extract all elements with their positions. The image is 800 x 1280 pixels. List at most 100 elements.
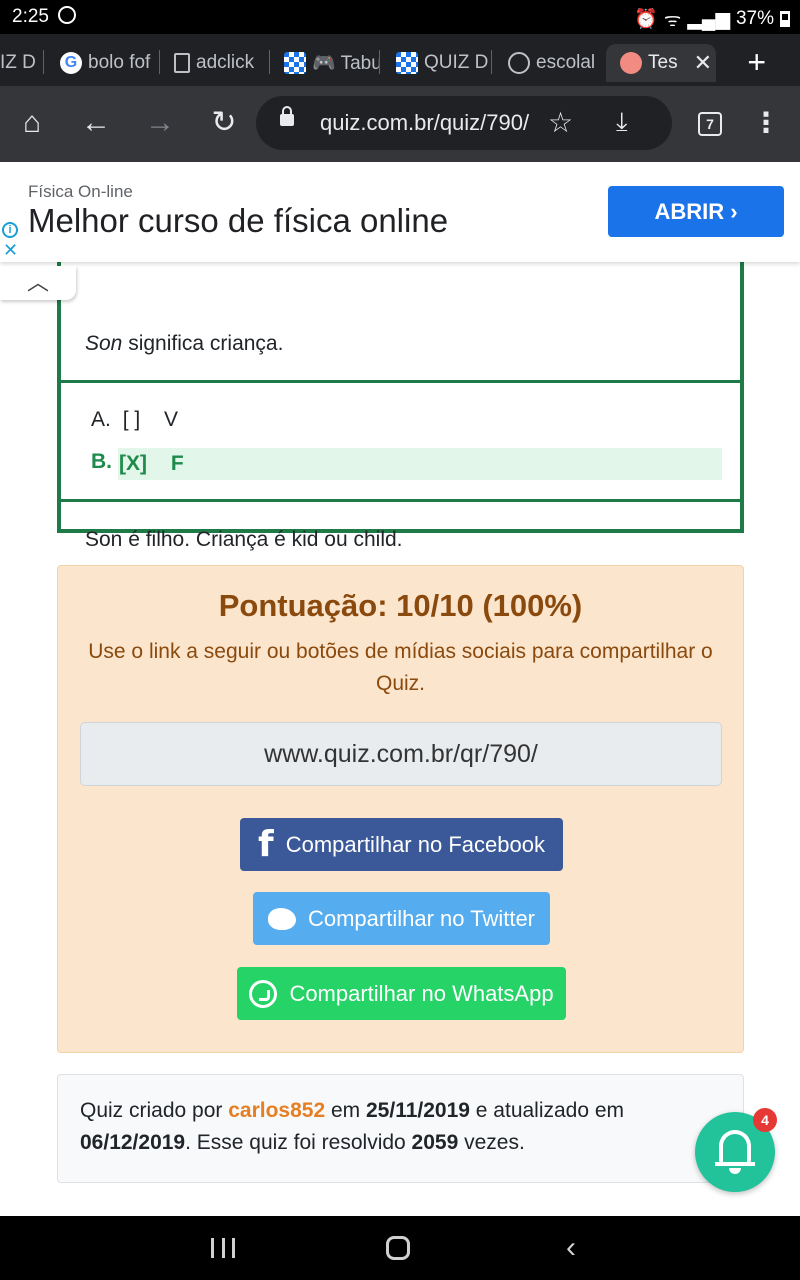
- tab-4[interactable]: 🎮 Tabu: [284, 44, 380, 82]
- star-icon[interactable]: ☆: [548, 106, 573, 139]
- notification-bell-button[interactable]: 4: [695, 1108, 777, 1192]
- info-text-part: . Esse quiz foi resolvido: [185, 1131, 412, 1154]
- download-icon[interactable]: ⤓: [616, 106, 628, 138]
- system-nav-bar: ‹: [0, 1216, 800, 1280]
- option-letter: B.: [91, 450, 112, 473]
- option-b-correct[interactable]: B.: [91, 450, 112, 474]
- collapse-ad-button[interactable]: ︿: [0, 266, 76, 300]
- tab-label: IZ D: [0, 52, 36, 73]
- info-prefix: Quiz criado por: [80, 1099, 229, 1122]
- option-mark: [X]: [119, 452, 147, 475]
- author-link[interactable]: carlos852: [228, 1099, 325, 1122]
- recent-apps-button[interactable]: [211, 1238, 235, 1258]
- divider: [61, 499, 740, 502]
- tab-1[interactable]: IZ D: [0, 44, 44, 82]
- tab-7-active[interactable]: Tes ✕: [606, 44, 716, 82]
- tab-label: 🎮 Tabu: [312, 53, 380, 74]
- brain-icon: [620, 52, 642, 74]
- option-value: F: [170, 452, 184, 475]
- page-content: Son significa criança. A. [ ] V B. [X] F…: [0, 162, 800, 1216]
- option-value: V: [164, 408, 179, 431]
- forward-button[interactable]: →: [142, 108, 178, 138]
- info-suffix: vezes.: [458, 1131, 525, 1154]
- score-description: Use o link a seguir ou botões de mídias …: [88, 640, 713, 695]
- info-text-part: em: [325, 1099, 366, 1122]
- globe-icon: [508, 52, 530, 74]
- option-mark: [ ]: [122, 408, 141, 431]
- updated-date: 06/12/2019: [80, 1131, 186, 1154]
- tab-label: bolo fof: [88, 52, 151, 73]
- question-text: Son significa criança.: [85, 332, 283, 356]
- back-nav-button[interactable]: ‹: [566, 1233, 576, 1263]
- tab-switcher-button[interactable]: 7: [698, 112, 722, 136]
- close-tab-icon[interactable]: ✕: [694, 50, 712, 76]
- tab-2[interactable]: G bolo fof: [60, 44, 160, 82]
- bell-icon-base: [715, 1162, 755, 1166]
- address-bar[interactable]: quiz.com.br/quiz/790/ ☆ ⤓: [256, 96, 672, 150]
- share-whatsapp-label: Compartilhar no WhatsApp: [289, 981, 554, 1006]
- ad-open-label: ABRIR: [654, 199, 725, 224]
- ad-banner[interactable]: Física On-line Melhor curso de física on…: [0, 162, 800, 262]
- browser-toolbar: ⌂ ← → ↻ quiz.com.br/quiz/790/ ☆ ⤓ 7 ⋮: [0, 86, 800, 162]
- question-rest: significa criança.: [122, 332, 284, 355]
- home-nav-button[interactable]: [386, 1236, 410, 1260]
- share-link-field[interactable]: www.quiz.com.br/qr/790/: [80, 722, 722, 786]
- tab-label: adclick: [196, 52, 255, 73]
- ad-title[interactable]: Melhor curso de física online: [28, 202, 448, 240]
- new-tab-button[interactable]: +: [747, 46, 766, 78]
- lock-icon: [280, 106, 294, 126]
- tab-label: Tes: [648, 52, 678, 73]
- status-time: 2:25: [12, 6, 49, 27]
- solved-count: 2059: [411, 1131, 459, 1154]
- quiz-icon: [284, 52, 306, 74]
- question-term: Son: [85, 332, 123, 355]
- signal-icon: ▂▄▆: [687, 8, 730, 30]
- status-bar: 2:25 ⏰ ᯤ ▂▄▆ 37%: [0, 0, 800, 34]
- whatsapp-icon: [249, 979, 278, 1008]
- score-title: Pontuação: 10/10 (100%): [218, 588, 583, 623]
- ad-sponsor: Física On-line: [28, 182, 133, 201]
- tab-label: escolal: [536, 52, 596, 73]
- battery-icon: [780, 11, 790, 27]
- ad-open-button[interactable]: ABRIR ›: [608, 186, 784, 237]
- option-b-highlight: [X] F: [118, 448, 722, 480]
- reload-button[interactable]: ↻: [206, 108, 242, 138]
- back-button[interactable]: ←: [78, 108, 114, 138]
- url-text: quiz.com.br/quiz/790/: [320, 110, 530, 135]
- bell-icon: [719, 1130, 751, 1164]
- bell-icon-clapper: [729, 1168, 741, 1174]
- score-panel: Pontuação: 10/10 (100%) Use o link a seg…: [57, 565, 744, 1053]
- share-twitter-button[interactable]: Compartilhar no Twitter: [253, 892, 550, 945]
- home-button[interactable]: ⌂: [14, 108, 50, 138]
- tab-3[interactable]: adclick: [174, 44, 270, 82]
- notification-badge: 4: [753, 1108, 777, 1132]
- chevron-up-icon: ︿: [26, 270, 49, 295]
- tab-5[interactable]: QUIZ D: [396, 44, 492, 82]
- facebook-icon: f: [258, 824, 274, 865]
- info-icon[interactable]: i: [2, 222, 18, 238]
- battery-percent: 37%: [735, 8, 774, 29]
- quiz-icon: [396, 52, 418, 74]
- document-icon: [174, 53, 190, 73]
- quiz-info-box: Quiz criado por carlos852 em 25/11/2019 …: [57, 1074, 744, 1183]
- status-icons: ⏰ ᯤ ▂▄▆ 37%: [634, 6, 790, 32]
- tab-strip: IZ D G bolo fof adclick 🎮 Tabu QUIZ D es…: [0, 34, 800, 86]
- share-facebook-button[interactable]: f Compartilhar no Facebook: [240, 818, 563, 871]
- whatsapp-notification-icon: [58, 6, 76, 24]
- share-twitter-label: Compartilhar no Twitter: [307, 906, 535, 931]
- share-whatsapp-button[interactable]: Compartilhar no WhatsApp: [237, 967, 566, 1020]
- share-facebook-label: Compartilhar no Facebook: [285, 832, 545, 857]
- tab-label: QUIZ D: [424, 52, 489, 73]
- info-text-part: e atualizado em: [469, 1099, 625, 1122]
- option-letter: A.: [91, 408, 111, 431]
- google-icon: G: [60, 52, 82, 74]
- quiz-info-text: Quiz criado por carlos852 em 25/11/2019 …: [80, 1095, 680, 1159]
- tab-6[interactable]: escolal: [508, 44, 600, 82]
- menu-icon[interactable]: ⋮: [752, 106, 780, 139]
- created-date: 25/11/2019: [366, 1099, 470, 1122]
- divider: [61, 380, 740, 383]
- close-ad-icon[interactable]: ✕: [3, 240, 18, 261]
- twitter-icon: [267, 907, 296, 930]
- alarm-icon: ⏰: [634, 9, 658, 30]
- option-a[interactable]: A. [ ] V: [91, 408, 178, 432]
